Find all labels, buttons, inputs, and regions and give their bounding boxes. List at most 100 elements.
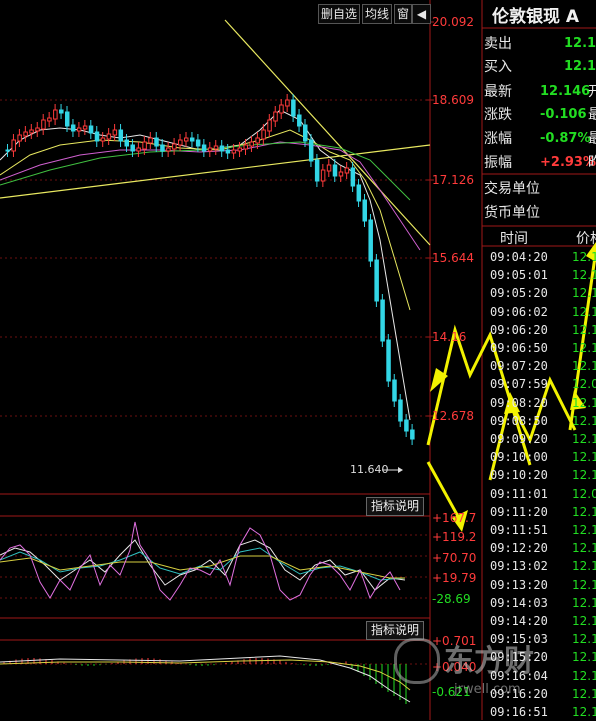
trade-time: 09:15:03 [490, 632, 548, 647]
quote-label: 买入 [484, 59, 512, 75]
trade-time: 09:14:20 [490, 614, 548, 628]
trade-row: 09:14:20 12.1 [490, 612, 596, 630]
candle [112, 129, 118, 136]
candle [267, 119, 272, 132]
quote-extra-label: 最 [588, 131, 596, 147]
trade-price: 12.1 [572, 341, 596, 355]
candle [362, 199, 367, 222]
quote-row: 最新 12.146 开 [484, 80, 596, 104]
trade-row: 09:16:04 12.1 [490, 667, 596, 685]
indicator-help-tab[interactable]: 指标说明 [366, 497, 425, 516]
quote-value: -0.106 [540, 107, 587, 122]
trades-header-time: 时间 [500, 231, 528, 247]
quote-extra-label: 昨 [588, 155, 596, 171]
pin-icon[interactable]: ◀ [412, 4, 431, 24]
price-axis-label: 12.678 [432, 409, 474, 423]
window-button[interactable]: 窗 [394, 4, 413, 24]
ind1-line-white [0, 539, 406, 591]
trades-header-price: 价格 [576, 231, 596, 247]
candlesticks [5, 94, 415, 445]
remove-watchlist-button[interactable]: 删自选 [318, 4, 361, 24]
quote-row: 振幅 +2.93% 昨 [484, 151, 596, 175]
price-axis-label: 14.16 [432, 330, 467, 344]
candle [332, 164, 338, 177]
quote-row: 涨跌 -0.106 最 [484, 103, 596, 127]
candle [76, 127, 82, 132]
candle [368, 219, 373, 262]
trade-time: 09:07:59 [490, 377, 548, 392]
trade-time: 09:10:00 [490, 450, 548, 465]
candle [249, 141, 254, 147]
candle [207, 147, 213, 152]
candle [142, 141, 147, 150]
trade-time: 09:07:20 [490, 359, 548, 374]
trade-row: 09:14:03 12.1 [490, 594, 596, 612]
trade-price: 12.1 [572, 668, 596, 683]
candle [243, 144, 248, 150]
trade-row: 09:10:20 12.1 [490, 466, 596, 484]
candle [136, 147, 141, 152]
candle [231, 149, 237, 154]
trade-time: 09:15:20 [490, 650, 548, 665]
candle [5, 149, 10, 152]
trade-price: 12.1 [572, 304, 596, 319]
trade-price: 12.1 [572, 395, 596, 410]
candle [41, 119, 46, 130]
trade-price: 12.1 [572, 268, 596, 283]
trade-row: 09:09:20 12.1 [490, 430, 596, 448]
quote-extra-label: 开 [588, 84, 596, 100]
trade-price: 12.1 [572, 450, 596, 465]
candle [59, 109, 64, 114]
candle [219, 145, 225, 152]
trade-price: 12.1 [572, 595, 596, 610]
candle [225, 149, 231, 154]
candle [195, 139, 201, 147]
candle [17, 134, 22, 142]
quote-label: 最新 [484, 84, 512, 100]
trade-time: 09:05:01 [490, 268, 548, 283]
moving-average-button[interactable]: 均线 [362, 4, 393, 24]
candle [47, 117, 52, 122]
candle [410, 429, 415, 440]
trade-price: 12.1 [572, 541, 596, 556]
candle [172, 143, 177, 150]
candle [201, 144, 207, 152]
candle [291, 99, 296, 117]
candle [70, 124, 76, 132]
trade-time: 09:13:02 [490, 559, 548, 574]
trade-time: 09:05:20 [490, 286, 548, 301]
trend-line-upper [224, 19, 431, 246]
trade-time: 09:16:20 [490, 686, 548, 701]
candle [297, 114, 302, 127]
candle [160, 144, 165, 152]
trade-row: 09:04:20 12.1 [490, 248, 596, 266]
low-price-label: 11.640 [350, 463, 389, 476]
candle [29, 129, 34, 134]
trade-price: 12.1 [572, 250, 596, 264]
candle [350, 167, 356, 187]
trade-row: 09:07:59 12.0 [490, 375, 596, 393]
candle [189, 137, 195, 142]
candle [261, 129, 266, 140]
price-axis-label: 15.644 [432, 251, 474, 265]
trade-row: 09:10:00 12.1 [490, 448, 596, 466]
trade-row: 09:06:02 12.1 [490, 303, 596, 321]
candle [53, 109, 58, 120]
trade-row: 09:13:20 12.1 [490, 576, 596, 594]
trade-price: 12.0 [572, 377, 596, 392]
quote-row: 涨幅 -0.87% 最 [484, 127, 596, 151]
candle [398, 399, 403, 422]
candle [148, 137, 153, 144]
trade-price: 12.1 [572, 468, 596, 483]
trade-time: 09:06:50 [490, 341, 548, 355]
candle [404, 419, 409, 432]
candle [118, 129, 124, 142]
candle [344, 167, 350, 174]
trade-price: 12.1 [572, 650, 596, 665]
price-axis-label: 20.092 [432, 15, 474, 29]
trade-row: 09:13:02 12.1 [490, 557, 596, 575]
quote-row: 买入 12.14 [484, 55, 596, 79]
trade-row: 09:15:20 12.1 [490, 648, 596, 666]
trade-time: 09:08:50 [490, 413, 548, 428]
trade-price: 12.1 [572, 504, 596, 519]
